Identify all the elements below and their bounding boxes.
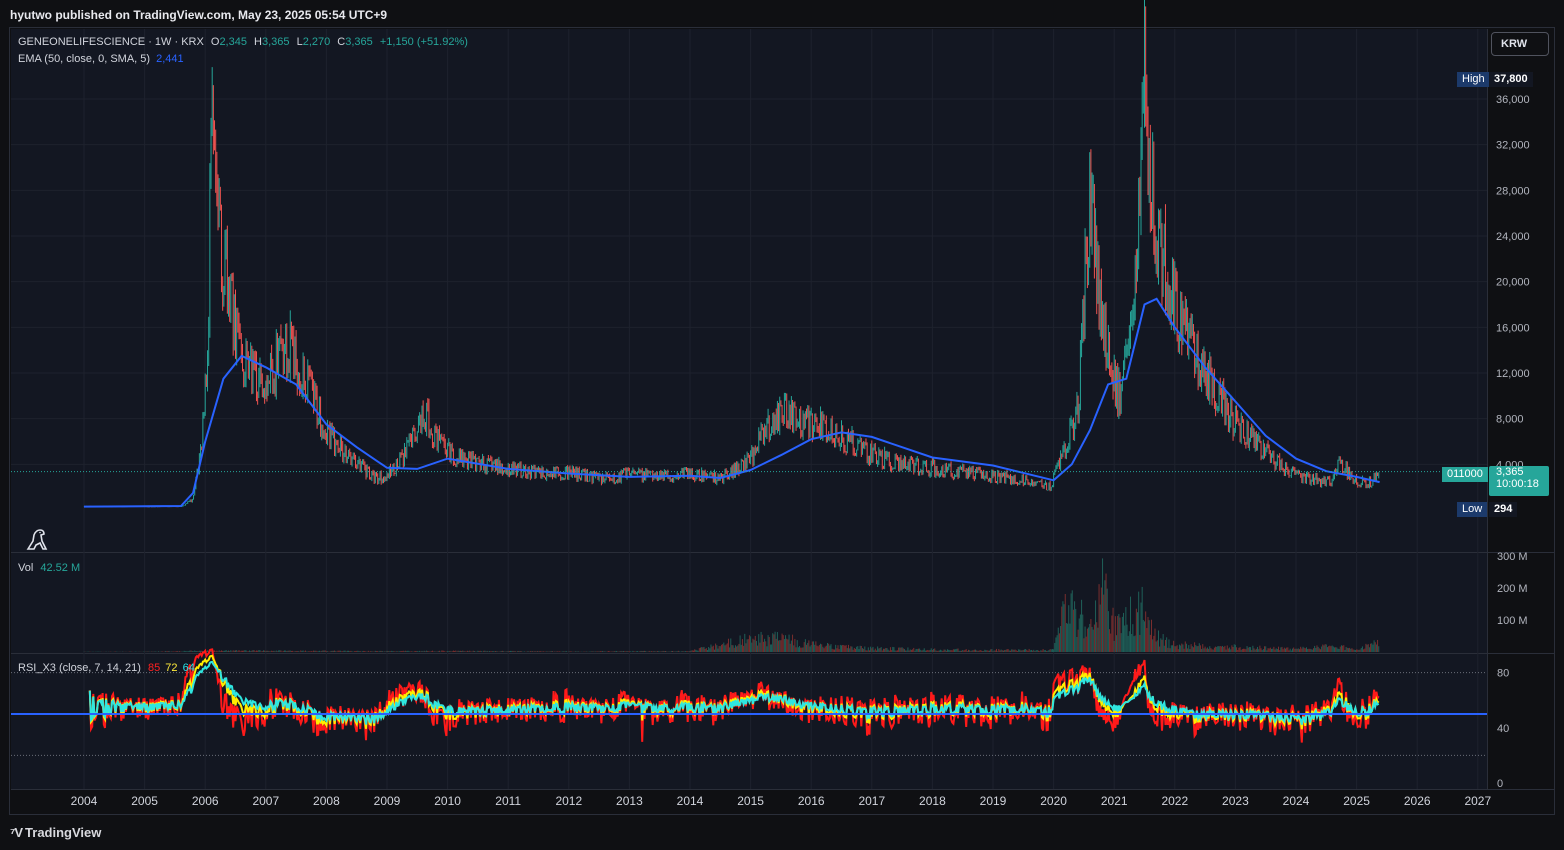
year-tick-label: 2015 — [737, 794, 764, 808]
currency-button[interactable]: KRW — [1491, 32, 1549, 56]
rsi-21-value: 64 — [182, 662, 195, 674]
year-tick-label: 2023 — [1222, 794, 1249, 808]
rsi-axis-labels: 0 40 80 — [1497, 668, 1509, 790]
price-tick-label: 24,000 — [1496, 231, 1530, 243]
year-tick-label: 2011 — [495, 794, 521, 808]
year-tick-label: 2006 — [192, 794, 219, 808]
high-tag-value: 37,800 — [1489, 72, 1533, 87]
price-tick-label: 28,000 — [1496, 185, 1530, 197]
year-tick-label: 2025 — [1343, 794, 1370, 808]
volume-tick-label: 300 M — [1497, 551, 1528, 563]
volume-value: 42.52 M — [40, 562, 81, 574]
year-tick-label: 2022 — [1161, 794, 1188, 808]
year-tick-label: 2026 — [1404, 794, 1431, 808]
high-tag-label: High — [1457, 72, 1490, 87]
year-tick-label: 2019 — [980, 794, 1007, 808]
price-tick-label: 36,000 — [1496, 94, 1530, 106]
price-tick-label: 16,000 — [1496, 322, 1530, 334]
high-value: 3,365 — [261, 36, 290, 48]
volume-tick-label: 200 M — [1497, 583, 1528, 595]
year-tick-label: 2017 — [858, 794, 885, 808]
rsi-7-value: 85 — [147, 662, 161, 674]
price-chart[interactable]: 4,0008,00012,00016,00020,00024,00028,000… — [0, 0, 1564, 850]
year-tick-label: 2012 — [555, 794, 582, 808]
rsi-tick-label: 0 — [1497, 778, 1503, 790]
year-tick-label: 2005 — [131, 794, 158, 808]
close-value: 3,365 — [345, 36, 373, 48]
last-price-value: 3,365 — [1496, 466, 1524, 478]
rsi-14-value: 72 — [165, 662, 178, 674]
year-tick-label: 2021 — [1101, 794, 1128, 808]
tradingview-logo-icon: ⁷V — [10, 825, 23, 840]
price-tick-label: 12,000 — [1496, 368, 1530, 380]
volume-axis-labels: 100 M 200 M 300 M — [1497, 551, 1528, 627]
rsi-label[interactable]: RSI_X3 (close, 7, 14, 21) — [18, 662, 141, 674]
ema-legend[interactable]: EMA (50, close, 0, SMA, 5) 2,441 — [18, 53, 184, 65]
brand-name: TradingView — [25, 825, 102, 840]
volume-tick-label: 100 M — [1497, 615, 1528, 627]
volume-label[interactable]: Vol — [18, 562, 33, 574]
open-value: 2,345 — [219, 36, 247, 48]
year-tick-label: 2024 — [1283, 794, 1310, 808]
last-price-tag: 3,365 10:00:18 — [1489, 466, 1549, 496]
bar-countdown: 10:00:18 — [1496, 478, 1539, 490]
tradingview-brand[interactable]: ⁷V TradingView — [10, 825, 101, 840]
price-tick-label: 20,000 — [1496, 277, 1530, 289]
rsi-tick-label: 40 — [1497, 723, 1509, 735]
year-tick-label: 2027 — [1464, 794, 1491, 808]
price-pane-bg — [11, 29, 1487, 552]
year-tick-label: 2010 — [434, 794, 461, 808]
rsi-tick-label: 80 — [1497, 668, 1509, 680]
ohlc-legend[interactable]: GENEONELIFESCIENCE · 1W · KRX O2,345 H3,… — [18, 36, 468, 48]
year-tick-label: 2007 — [252, 794, 279, 808]
price-axis-labels: 4,0008,00012,00016,00020,00024,00028,000… — [1496, 94, 1530, 471]
rsi-legend[interactable]: RSI_X3 (close, 7, 14, 21) 85 72 64 — [18, 662, 195, 674]
year-tick-label: 2020 — [1040, 794, 1067, 808]
year-tick-label: 2008 — [313, 794, 340, 808]
time-axis-labels: 2004 2005 2006 2007 2008 2009 2010 2011 2012 2013… — [71, 794, 1492, 808]
price-tick-label: 32,000 — [1496, 140, 1530, 152]
year-tick-label: 2009 — [374, 794, 401, 808]
year-tick-label: 2014 — [677, 794, 704, 808]
price-tick-label: 8,000 — [1496, 414, 1524, 426]
low-tag-label: Low — [1457, 502, 1488, 517]
year-tick-label: 2018 — [919, 794, 946, 808]
dino-icon[interactable] — [24, 525, 52, 560]
ema-label[interactable]: EMA (50, close, 0, SMA, 5) — [18, 53, 150, 65]
low-tag-value: 294 — [1489, 502, 1518, 517]
low-value: 2,270 — [302, 36, 331, 48]
ema-value: 2,441 — [156, 53, 184, 65]
volume-legend[interactable]: Vol 42.52 M — [18, 562, 80, 574]
symbol-code-tag: 011000 — [1442, 467, 1488, 482]
year-tick-label: 2004 — [71, 794, 98, 808]
year-tick-label: 2016 — [798, 794, 825, 808]
symbol-name[interactable]: GENEONELIFESCIENCE · 1W · KRX — [18, 36, 204, 48]
year-tick-label: 2013 — [616, 794, 643, 808]
change-value: +1,150 (+51.92%) — [379, 36, 468, 48]
